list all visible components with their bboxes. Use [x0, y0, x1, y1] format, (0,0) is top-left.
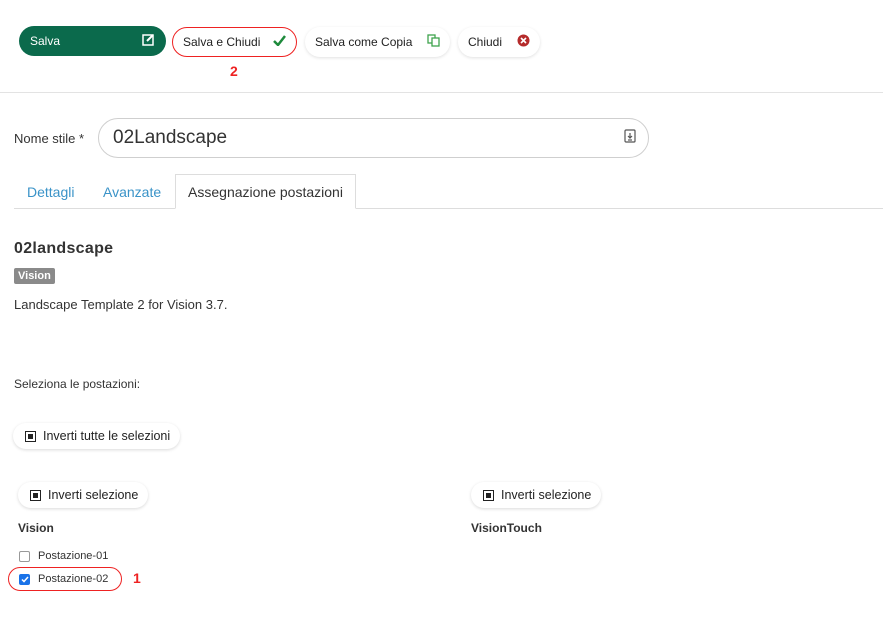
group-heading-visiontouch: VisionTouch — [471, 521, 542, 535]
station-checkbox[interactable] — [19, 550, 30, 562]
square-select-icon — [30, 489, 41, 501]
annotation-step-1: 1 — [133, 570, 141, 586]
copy-icon — [427, 34, 440, 50]
highlight-outline — [8, 567, 122, 591]
style-description: Landscape Template 2 for Vision 3.7. — [14, 297, 228, 312]
checkmark-icon — [273, 35, 286, 49]
tab-details[interactable]: Dettagli — [15, 174, 86, 209]
station-label: Postazione-01 — [38, 550, 109, 562]
tab-advanced[interactable]: Avanzate — [91, 174, 173, 209]
invert-all-selections-button[interactable]: Inverti tutte le selezioni — [13, 423, 181, 449]
invert-selection-visiontouch-button[interactable]: Inverti selezione — [471, 482, 602, 508]
invert-selection-visiontouch-label: Inverti selezione — [501, 488, 592, 502]
style-title: 02landscape — [14, 240, 114, 257]
annotation-step-2: 2 — [230, 63, 238, 79]
save-and-close-label: Salva e Chiudi — [183, 35, 261, 49]
invert-selection-vision-label: Inverti selezione — [48, 488, 139, 502]
close-button-label: Chiudi — [468, 35, 503, 49]
square-select-icon — [483, 489, 494, 501]
invert-all-selections-label: Inverti tutte le selezioni — [43, 429, 171, 443]
save-button[interactable]: Salva — [19, 26, 166, 56]
platform-badge: Vision — [14, 268, 55, 284]
tab-advanced-label: Avanzate — [103, 183, 162, 200]
group-heading-vision: Vision — [18, 521, 54, 535]
select-stations-label: Seleziona le postazioni: — [14, 377, 141, 391]
close-circle-icon — [517, 34, 530, 50]
tab-station-assignment-label: Assegnazione postazioni — [188, 183, 343, 200]
translate-icon[interactable] — [624, 128, 636, 148]
square-select-icon — [25, 430, 36, 442]
tab-station-assignment[interactable]: Assegnazione postazioni — [175, 174, 356, 209]
save-as-copy-label: Salva come Copia — [315, 35, 413, 49]
station-item[interactable]: Postazione-01 — [19, 550, 108, 562]
save-as-copy-button[interactable]: Salva come Copia — [305, 27, 450, 57]
edit-icon — [142, 33, 155, 49]
save-button-label: Salva — [30, 34, 61, 48]
invert-selection-vision-button[interactable]: Inverti selezione — [18, 482, 149, 508]
style-name-input[interactable] — [111, 126, 595, 150]
close-button[interactable]: Chiudi — [458, 27, 540, 57]
save-and-close-button[interactable]: Salva e Chiudi — [172, 27, 297, 57]
toolbar-divider — [0, 92, 883, 93]
tab-details-label: Dettagli — [27, 183, 75, 200]
style-name-label: Nome stile * — [14, 131, 85, 146]
style-name-field[interactable] — [98, 118, 649, 158]
